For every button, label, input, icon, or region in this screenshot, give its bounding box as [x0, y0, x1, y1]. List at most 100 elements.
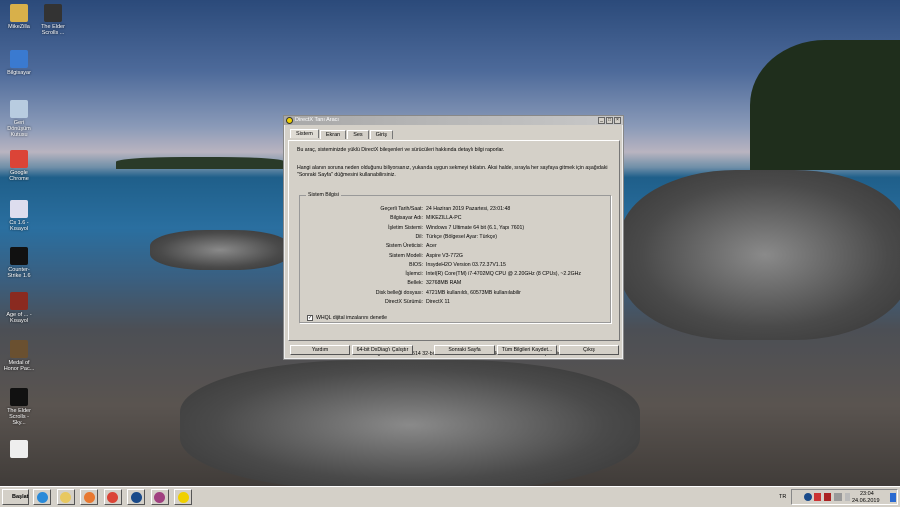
show-desktop-button[interactable] [890, 493, 896, 502]
title-bar[interactable]: DirectX Tanı Aracı _ □ × [284, 116, 623, 125]
app-icon [10, 440, 28, 458]
app-g-icon [130, 492, 142, 503]
info-row: İşlemci: Intel(R) Core(TM) i7-4702MQ CPU … [300, 271, 612, 277]
desktop-icon[interactable]: Bilgisayar [2, 50, 36, 76]
rock [620, 170, 900, 340]
desktop-icon[interactable] [2, 440, 36, 460]
far-island [116, 157, 286, 169]
exit-button[interactable]: Çıkış [559, 345, 619, 355]
info-row: Dil: Türkçe (Bölgesel Ayar: Türkçe) [300, 234, 612, 240]
info-row: Sistem Üreticisi: Acer [300, 243, 612, 249]
desktop-icon[interactable]: The Elder Scrolls - Sky... [2, 388, 36, 426]
desktop-icon[interactable]: Counter-Strike 1.6 [2, 247, 36, 279]
desktop-icon-label: MikeZilla [8, 24, 30, 30]
taskbar-app-rar-button[interactable] [150, 489, 169, 505]
close-button[interactable]: × [614, 117, 621, 124]
info-value: 32768MB RAM [426, 280, 462, 287]
desktop-icon-label: Counter-Strike 1.6 [7, 267, 31, 279]
tab-ses[interactable]: Ses [347, 130, 369, 139]
taskbar-directx-button[interactable] [174, 489, 192, 505]
intro-text: Bu araç, sisteminizde yüklü DirectX bile… [297, 147, 505, 153]
system-tray: TR 23:04 24.06.2019 [779, 489, 898, 505]
info-key: İşletim Sistemi: [388, 224, 423, 231]
desktop-icon-label: Bilgisayar [7, 70, 31, 76]
desktop-icon-label: Medal of Honor Pac... [3, 360, 35, 372]
desktop-icon-label: Geri Dönüşüm Kutusu [7, 120, 31, 138]
info-value: Türkçe (Bölgesel Ayar: Türkçe) [426, 233, 498, 240]
info-key: DirectX Sürümü: [384, 299, 423, 305]
app-icon [10, 4, 28, 22]
rock [150, 230, 290, 270]
info-key: Sistem Üreticisi: [385, 243, 423, 250]
volume-icon[interactable] [845, 493, 850, 501]
desktop-icon[interactable]: Cs 1.6 - Kısayol [2, 200, 36, 232]
info-value: MIKEZILLA-PC [426, 215, 462, 222]
info-key: İşlemci: [405, 271, 423, 278]
info-key: Disk belleği dosyası: [375, 289, 423, 296]
maximize-button[interactable]: □ [606, 117, 613, 124]
desktop-icon[interactable]: The Elder Scrolls ... [36, 4, 70, 36]
info-row: DirectX Sürümü: DirectX 11 [300, 299, 612, 305]
app-icon [10, 50, 28, 68]
desktop-icon[interactable]: Google Chrome [2, 150, 36, 182]
info-row: Bellek: 32768MB RAM [300, 280, 612, 286]
directx-dialog: DirectX Tanı Aracı _ □ × Sistem Ekran Se… [283, 115, 624, 360]
info-row: BIOS: InsydeH2O Version 03.72.37V1.15 [300, 262, 612, 268]
whql-checkbox[interactable]: ✓ WHQL dijital imzalarını denetle [307, 315, 387, 321]
minimize-button[interactable]: _ [598, 117, 605, 124]
app-icon [44, 4, 62, 22]
clock-time[interactable]: 23:04 [860, 491, 874, 497]
info-value: DirectX 11 [426, 299, 450, 305]
directx-icon [177, 492, 189, 503]
tab-sistem[interactable]: Sistem [290, 129, 319, 138]
desktop-icon[interactable]: Medal of Honor Pac... [2, 340, 36, 372]
language-indicator[interactable]: TR [779, 494, 786, 500]
headland [750, 40, 900, 170]
tray-app-icon[interactable] [824, 493, 831, 501]
tab-ekran[interactable]: Ekran [319, 130, 347, 139]
desktop-icon[interactable]: Age of ... - Kısayol [2, 292, 36, 324]
next-page-button[interactable]: Sonraki Sayfa [434, 345, 495, 355]
rock [180, 360, 640, 490]
taskbar-chrome-button[interactable] [103, 489, 122, 505]
tray-app-icon[interactable] [804, 493, 812, 501]
system-info-group: Sistem Bilgisi Geçerli Tarih/Saat: 24 Haz… [299, 192, 612, 323]
tab-giris[interactable]: Giriş [369, 130, 393, 139]
group-title: Sistem Bilgisi [306, 192, 341, 198]
info-row: Disk belleği dosyası: 4721MB kullanıldı, … [300, 290, 612, 296]
run-64bit-button[interactable]: 64-bit DxDiag'ı Çalıştır [352, 345, 413, 355]
taskbar-file-explorer-button[interactable] [56, 489, 75, 505]
tray-security-icon[interactable] [814, 493, 821, 501]
desktop-icon[interactable]: Geri Dönüşüm Kutusu [2, 100, 36, 138]
file-explorer-icon [60, 492, 71, 503]
network-icon[interactable] [834, 493, 842, 501]
chrome-icon [107, 492, 118, 503]
checkbox-box[interactable]: ✓ [307, 315, 313, 321]
taskbar-app-g-button[interactable] [127, 489, 145, 505]
desktop-icon-label: Age of ... - Kısayol [6, 312, 32, 324]
media-player-icon [83, 492, 95, 503]
clock-date[interactable]: 24.06.2019 [852, 498, 880, 504]
desktop-icon-label: Google Chrome [9, 170, 29, 182]
info-value: Aspire V3-772G [426, 252, 463, 259]
start-button[interactable]: Başlat [2, 489, 29, 505]
app-icon [10, 388, 28, 406]
info-value: Acer [426, 243, 437, 250]
info-row: Bilgisayar Adı: MIKEZILLA-PC [300, 215, 612, 221]
app-rar-icon [154, 492, 165, 503]
taskbar-media-player-button[interactable] [80, 489, 98, 505]
app-icon [10, 340, 28, 358]
app-icon [10, 100, 28, 118]
info-value: Intel(R) Core(TM) i7-4702MQ CPU @ 2.20GH… [426, 271, 582, 278]
intro-text: "Sonraki Sayfa" düğmesini kullanabilirsi… [297, 172, 396, 178]
info-row: İşletim Sistemi: Windows 7 Ultimate 64 bi… [300, 225, 612, 231]
taskbar-internet-explorer-button[interactable] [33, 489, 51, 505]
info-value: InsydeH2O Version 03.72.37V1.15 [426, 261, 506, 268]
app-icon [10, 150, 28, 168]
taskbar: Başlat TR 23:04 24.06.2019 [0, 486, 900, 507]
help-button[interactable]: Yardım [290, 345, 350, 355]
save-all-button[interactable]: Tüm Bilgileri Kaydet... [497, 345, 557, 355]
info-value: 24 Haziran 2019 Pazartesi, 23:01:48 [426, 206, 511, 212]
desktop-icon-label: The Elder Scrolls - Sky... [7, 408, 31, 426]
desktop-icon[interactable]: MikeZilla [2, 4, 36, 30]
